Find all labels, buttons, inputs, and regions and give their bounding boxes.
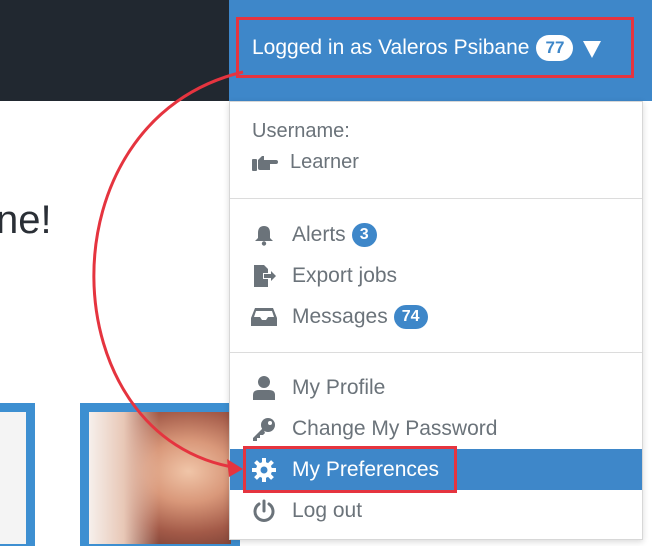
key-icon: [251, 416, 277, 442]
logged-in-label: Logged in as Valeros Psibane: [252, 35, 530, 59]
alerts-count-badge: 3: [351, 222, 377, 247]
inbox-icon: [251, 304, 277, 330]
menu-item-label: Log out: [292, 498, 363, 522]
divider: [230, 352, 642, 353]
menu-item-label: Alerts: [292, 222, 346, 246]
hand-pointing-icon: [252, 155, 278, 171]
menu-item-my-profile[interactable]: My Profile: [230, 367, 642, 408]
divider: [230, 198, 642, 199]
power-icon: [251, 498, 277, 524]
course-card-image[interactable]: [80, 403, 240, 546]
menu-item-my-preferences[interactable]: My Preferences: [230, 449, 642, 490]
menu-item-change-password[interactable]: Change My Password: [230, 408, 642, 449]
username-label: Username:: [252, 120, 350, 142]
menu-item-label: My Profile: [292, 375, 386, 399]
menu-item-messages[interactable]: Messages 74: [230, 296, 642, 337]
bell-icon: [251, 222, 277, 248]
file-export-icon: [251, 263, 277, 289]
role-label: Learner: [290, 151, 359, 173]
menu-item-label: Change My Password: [292, 416, 498, 440]
user-menu-toggle[interactable]: Logged in as Valeros Psibane 77: [236, 17, 634, 78]
user-icon: [251, 375, 277, 401]
user-role: Learner: [252, 151, 359, 174]
menu-item-log-out[interactable]: Log out: [230, 490, 642, 531]
menu-item-alerts[interactable]: Alerts 3: [230, 214, 642, 255]
user-dropdown-menu: Username: Learner Alerts 3 Export jobs M…: [229, 101, 643, 540]
notification-badge: 77: [536, 34, 574, 61]
welcome-heading: ne!: [0, 198, 52, 242]
user-info: Username: Learner: [252, 120, 359, 174]
menu-item-label: My Preferences: [292, 457, 440, 481]
menu-item-export-jobs[interactable]: Export jobs: [230, 255, 642, 296]
course-card[interactable]: [0, 403, 35, 546]
messages-count-badge: 74: [393, 304, 428, 329]
menu-item-label: Messages: [292, 304, 388, 328]
menu-item-label: Export jobs: [292, 263, 398, 287]
caret-down-icon: [583, 41, 602, 58]
gear-icon: [251, 457, 277, 483]
